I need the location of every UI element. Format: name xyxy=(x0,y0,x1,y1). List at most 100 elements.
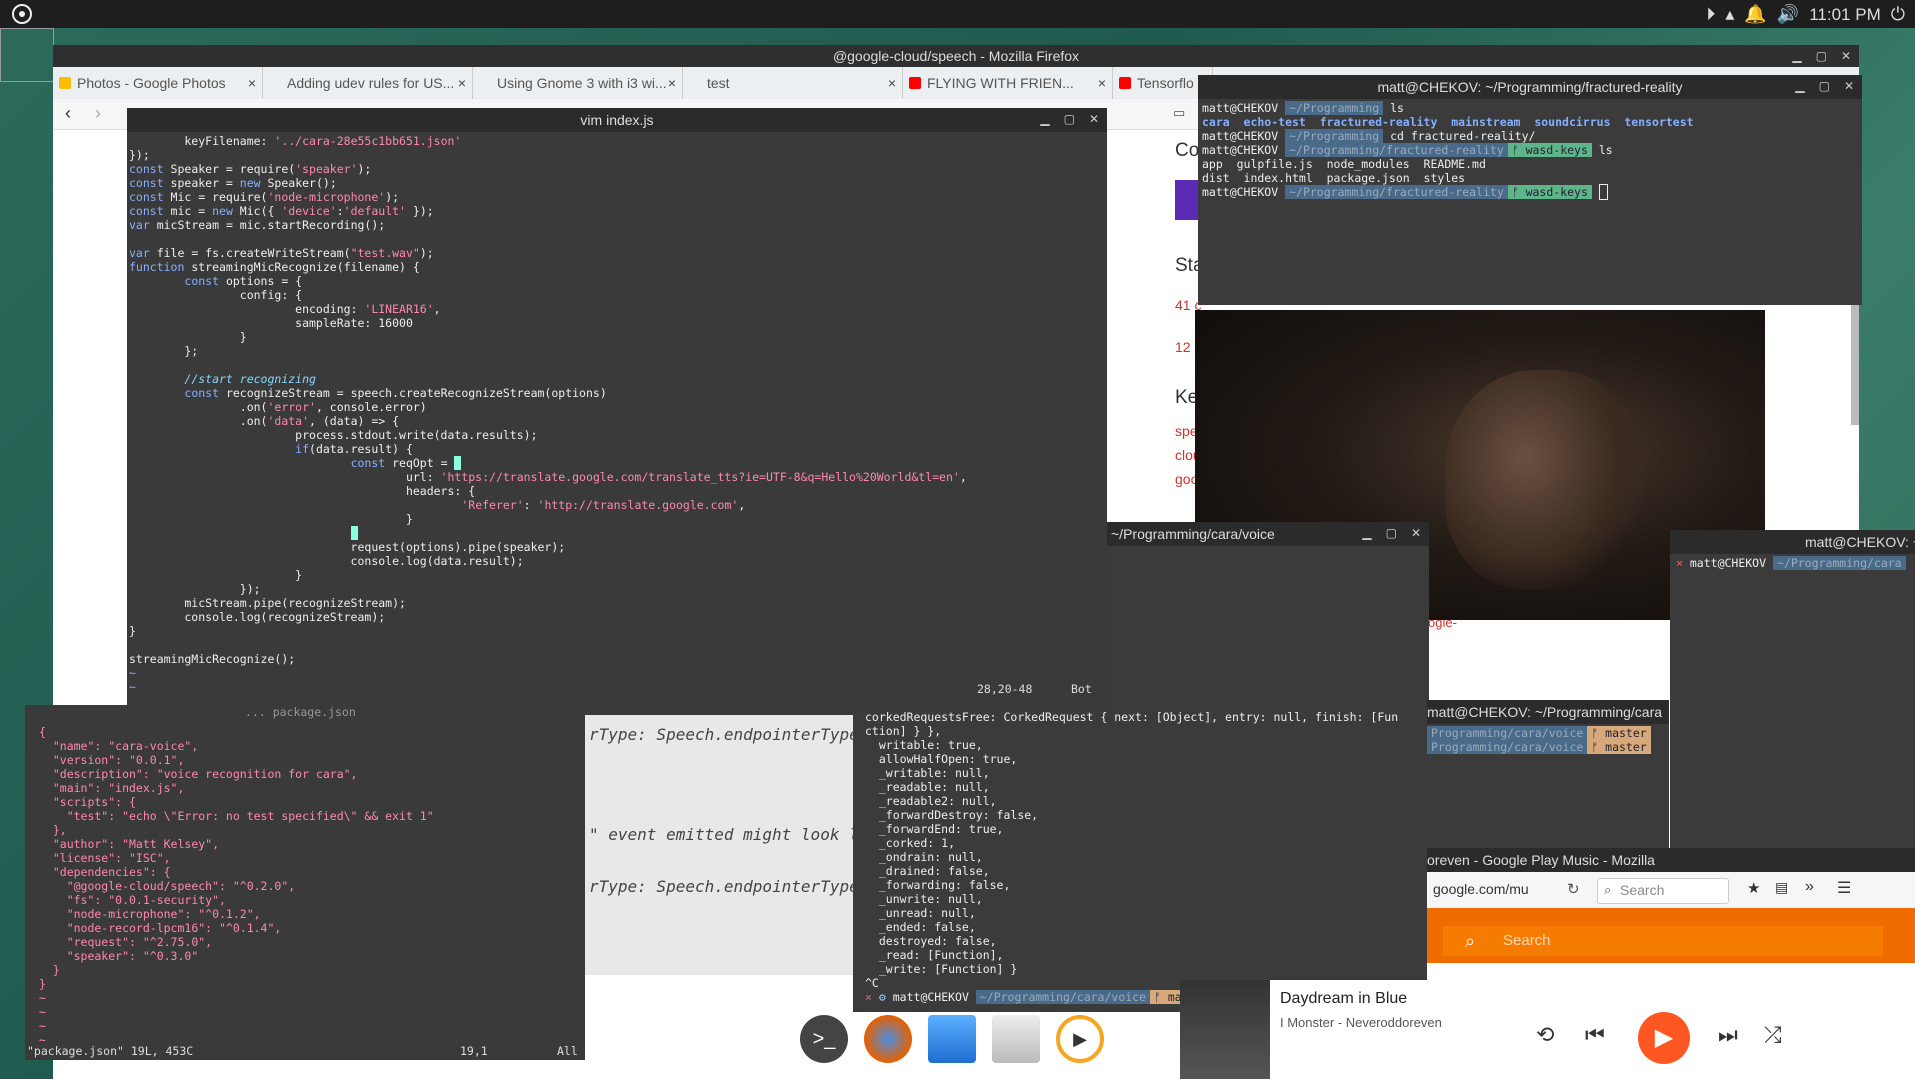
tab-photos[interactable]: Photos - Google Photos × xyxy=(53,67,263,99)
minimize-icon[interactable]: ▁ xyxy=(1040,108,1049,130)
youtube-favicon-icon xyxy=(909,77,921,89)
dock: >_ ▶ xyxy=(800,1015,1104,1075)
scroll-indicator: All xyxy=(557,1044,578,1058)
minimize-icon[interactable]: ▁ xyxy=(1795,75,1804,97)
nav-bar: google.com/mu ↻ ⌕ Search ★ ▤ » ☰ xyxy=(1427,872,1915,909)
vim-package-window: ... package.json { "name": "cara-voice",… xyxy=(25,705,585,1060)
window-title: matt@CHEKOV: ~/Programming/fractured-rea… xyxy=(1198,75,1862,99)
screen-app-icon[interactable] xyxy=(928,1015,976,1063)
media-icon[interactable]: ⏵ xyxy=(1706,4,1715,25)
files-app-icon[interactable] xyxy=(992,1015,1040,1063)
scroll-indicator: Bot xyxy=(1071,682,1092,696)
reload-icon[interactable]: ↻ xyxy=(1567,880,1580,898)
tab-gnome-i3[interactable]: Using Gnome 3 with i3 wi... × xyxy=(473,67,683,99)
terminal-voice-output[interactable]: corkedRequestsFree: CorkedRequest { next… xyxy=(853,710,1428,1012)
library-icon[interactable]: ▤ xyxy=(1775,879,1788,896)
reader-icon[interactable]: ▭ xyxy=(1173,105,1185,121)
window-controls: ▁ ▢ ✕ xyxy=(1040,108,1099,130)
bookmark-star-icon[interactable]: ★ xyxy=(1747,879,1760,897)
minimize-icon[interactable]: ▁ xyxy=(1362,522,1371,544)
close-icon[interactable]: ✕ xyxy=(1089,108,1099,130)
maximize-icon[interactable]: ▢ xyxy=(1064,108,1075,130)
network-icon[interactable]: ▴ xyxy=(1725,4,1734,25)
volume-icon[interactable]: 🔊 xyxy=(1777,4,1799,25)
shuffle-icon[interactable]: ⤮ xyxy=(1764,1022,1782,1048)
close-icon[interactable]: ✕ xyxy=(1411,522,1421,544)
next-icon[interactable]: ⏭ xyxy=(1718,1022,1738,1048)
ls-output: app gulpfile.js node_modules README.md xyxy=(1202,157,1486,171)
terminal-right[interactable]: matt@CHEKOV: ~/Pr × matt@CHEKOV ~/Progra… xyxy=(1670,530,1915,890)
terminal-output: corkedRequestsFree: CorkedRequest { next… xyxy=(865,710,1399,990)
gpm-search[interactable]: ⌕ Search xyxy=(1443,926,1883,956)
close-tab-icon[interactable]: × xyxy=(248,67,256,99)
window-title: matt@CHEKOV: ~/Pr xyxy=(1670,530,1915,554)
terminal-cara[interactable]: matt@CHEKOV: ~/Programming/cara Programm… xyxy=(1427,700,1669,850)
video-frame xyxy=(1445,370,1645,590)
window-controls: ▁ ▢ ✕ xyxy=(1795,75,1854,97)
track-artist[interactable]: I Monster - Neveroddoreven xyxy=(1280,1015,1442,1030)
system-tray: ⏵ ▴ 🔔 🔊 11:01 PM ⏻ xyxy=(1706,4,1905,25)
forward-icon[interactable]: › xyxy=(95,103,101,124)
close-icon[interactable]: ✕ xyxy=(1844,75,1854,97)
repeat-icon[interactable]: ⟲ xyxy=(1536,1022,1554,1048)
ls-output: cara echo-test fractured-reality mainstr… xyxy=(1202,115,1694,129)
window-controls: ▁ ▢ ✕ xyxy=(1362,522,1421,544)
window-title: vim index.js xyxy=(127,108,1107,132)
track-title[interactable]: Daydream in Blue xyxy=(1280,990,1407,1008)
youtube-favicon-icon xyxy=(1119,77,1131,89)
tab-youtube[interactable]: FLYING WITH FRIEN... × xyxy=(903,67,1113,99)
gpm-header: ⌕ Search xyxy=(1427,908,1915,963)
buffer-header: ... package.json xyxy=(245,705,356,719)
overflow-icon[interactable]: » xyxy=(1805,878,1814,896)
top-panel: ⏵ ▴ 🔔 🔊 11:01 PM ⏻ xyxy=(0,0,1915,28)
code-editor[interactable]: keyFilename: '../cara-28e55c1bb651.json'… xyxy=(127,132,1107,696)
close-tab-icon[interactable]: × xyxy=(1098,67,1106,99)
maximize-icon[interactable]: ▢ xyxy=(1386,522,1397,544)
scrollbar[interactable] xyxy=(1851,305,1859,425)
play-button[interactable]: ▶ xyxy=(1638,1012,1690,1064)
cursor-position: 28,20-48 xyxy=(977,682,1033,696)
search-icon: ⌕ xyxy=(1604,882,1612,897)
doc-line: rType: Speech.endpointerType xyxy=(589,725,859,744)
album-art xyxy=(1180,980,1270,1079)
back-icon[interactable]: ‹ xyxy=(65,103,71,124)
close-icon[interactable]: ✕ xyxy=(1841,45,1851,67)
window-title: @google-cloud/speech - Mozilla Firefox xyxy=(53,45,1859,67)
status-line: "package.json" 19L, 453C 19,1 All xyxy=(25,1044,585,1060)
file-info: "package.json" 19L, 453C xyxy=(27,1044,194,1058)
vim-index-window: vim index.js ▁ ▢ ✕ keyFilename: '../cara… xyxy=(127,108,1107,715)
window-title: matt@CHEKOV: ~/Programming/cara xyxy=(1427,700,1669,724)
terminal-output[interactable]: matt@CHEKOV ~/Programming ls cara echo-t… xyxy=(1198,99,1862,201)
window-controls: ▁ ▢ ✕ xyxy=(1792,45,1851,67)
notification-icon[interactable]: 🔔 xyxy=(1744,4,1766,25)
hot-corner xyxy=(0,28,54,82)
close-tab-icon[interactable]: × xyxy=(458,67,466,99)
maximize-icon[interactable]: ▢ xyxy=(1816,45,1827,67)
close-tab-icon[interactable]: × xyxy=(888,67,896,99)
power-icon[interactable]: ⏻ xyxy=(1891,4,1905,25)
clock[interactable]: 11:01 PM xyxy=(1809,5,1881,25)
ls-output: dist index.html package.json styles xyxy=(1202,171,1466,185)
minimize-icon[interactable]: ▁ xyxy=(1792,45,1801,67)
activities-icon[interactable] xyxy=(12,4,32,24)
code-editor[interactable]: { "name": "cara-voice", "version": "0.0.… xyxy=(25,705,585,1047)
firefox-app-icon[interactable] xyxy=(864,1015,912,1063)
close-tab-icon[interactable]: × xyxy=(668,67,676,99)
doc-line: rType: Speech.endpointerType xyxy=(589,877,859,896)
terminal-output: Programming/cara/voice ᚠ master Programmi… xyxy=(1427,724,1669,756)
maximize-icon[interactable]: ▢ xyxy=(1819,75,1830,97)
url-bar[interactable]: google.com/mu xyxy=(1433,881,1529,897)
terminal-fractured-reality[interactable]: matt@CHEKOV: ~/Programming/fractured-rea… xyxy=(1198,75,1862,305)
music-app-icon[interactable]: ▶ xyxy=(1056,1015,1104,1063)
cursor-position: 19,1 xyxy=(460,1044,488,1058)
terminal-app-icon[interactable]: >_ xyxy=(800,1015,848,1063)
menu-icon[interactable]: ☰ xyxy=(1837,878,1851,898)
search-input[interactable]: ⌕ Search xyxy=(1597,878,1729,904)
terminal-output: × matt@CHEKOV ~/Programming/cara xyxy=(1670,554,1915,572)
previous-icon[interactable]: ⏮ xyxy=(1585,1022,1605,1048)
photos-favicon-icon xyxy=(59,77,71,89)
docs-panel: rType: Speech.endpointerType " event emi… xyxy=(585,715,859,975)
window-title: oreven - Google Play Music - Mozilla xyxy=(1427,848,1915,872)
tab-udev[interactable]: Adding udev rules for US... × xyxy=(263,67,473,99)
tab-test[interactable]: test × xyxy=(683,67,903,99)
